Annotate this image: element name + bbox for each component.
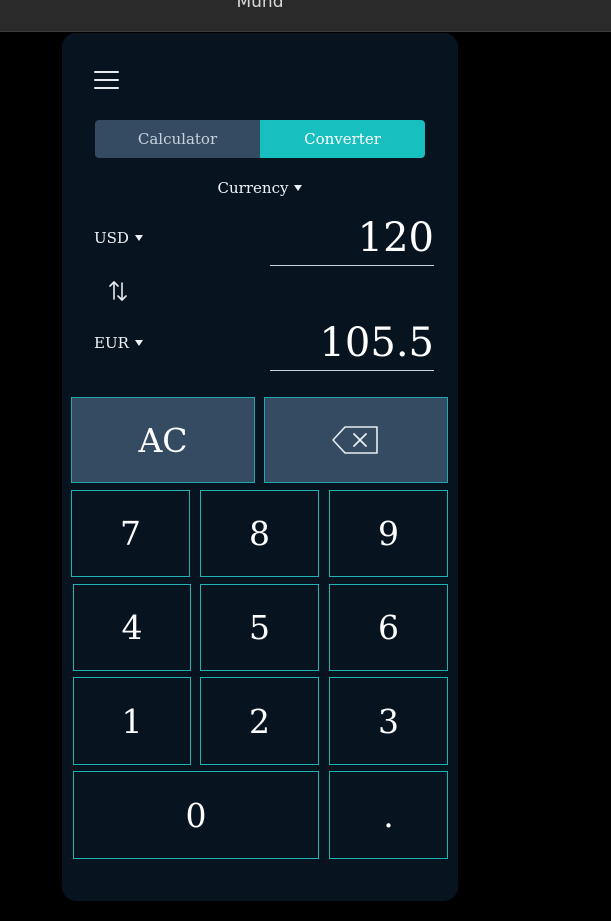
conversion-type-dropdown[interactable]: Currency	[62, 179, 458, 197]
key-3[interactable]: 3	[329, 677, 448, 765]
key-1[interactable]: 1	[73, 677, 191, 765]
hamburger-menu-icon[interactable]	[94, 69, 120, 93]
to-amount-display[interactable]: 105.5	[270, 320, 434, 371]
key-7[interactable]: 7	[71, 490, 190, 577]
calculator-panel: Calculator Converter Currency USD 120 EU…	[62, 33, 458, 901]
conversion-type-label: Currency	[217, 179, 289, 197]
tab-calculator[interactable]: Calculator	[95, 120, 260, 158]
clear-button[interactable]: AC	[71, 397, 255, 483]
chevron-down-icon	[294, 185, 303, 191]
swap-vertical-arrows-icon[interactable]	[107, 279, 129, 303]
window-title: Mund	[236, 0, 284, 12]
key-9[interactable]: 9	[329, 490, 448, 577]
from-unit-dropdown[interactable]: USD	[94, 229, 143, 247]
key-8[interactable]: 8	[200, 490, 319, 577]
chevron-down-icon	[134, 340, 143, 346]
key-0[interactable]: 0	[73, 771, 319, 859]
key-5[interactable]: 5	[200, 584, 319, 671]
key-4[interactable]: 4	[73, 584, 191, 671]
from-unit-label: USD	[94, 229, 129, 247]
to-unit-label: EUR	[94, 334, 129, 352]
window-titlebar: Mund	[0, 0, 611, 32]
backspace-button[interactable]	[264, 397, 448, 483]
from-amount-display[interactable]: 120	[270, 215, 434, 266]
key-6[interactable]: 6	[329, 584, 448, 671]
to-unit-dropdown[interactable]: EUR	[94, 334, 143, 352]
chevron-down-icon	[134, 235, 143, 241]
backspace-icon	[332, 426, 378, 454]
key-2[interactable]: 2	[200, 677, 319, 765]
tab-converter[interactable]: Converter	[260, 120, 425, 158]
mode-tabs: Calculator Converter	[95, 120, 425, 158]
key-decimal[interactable]: .	[329, 771, 448, 859]
